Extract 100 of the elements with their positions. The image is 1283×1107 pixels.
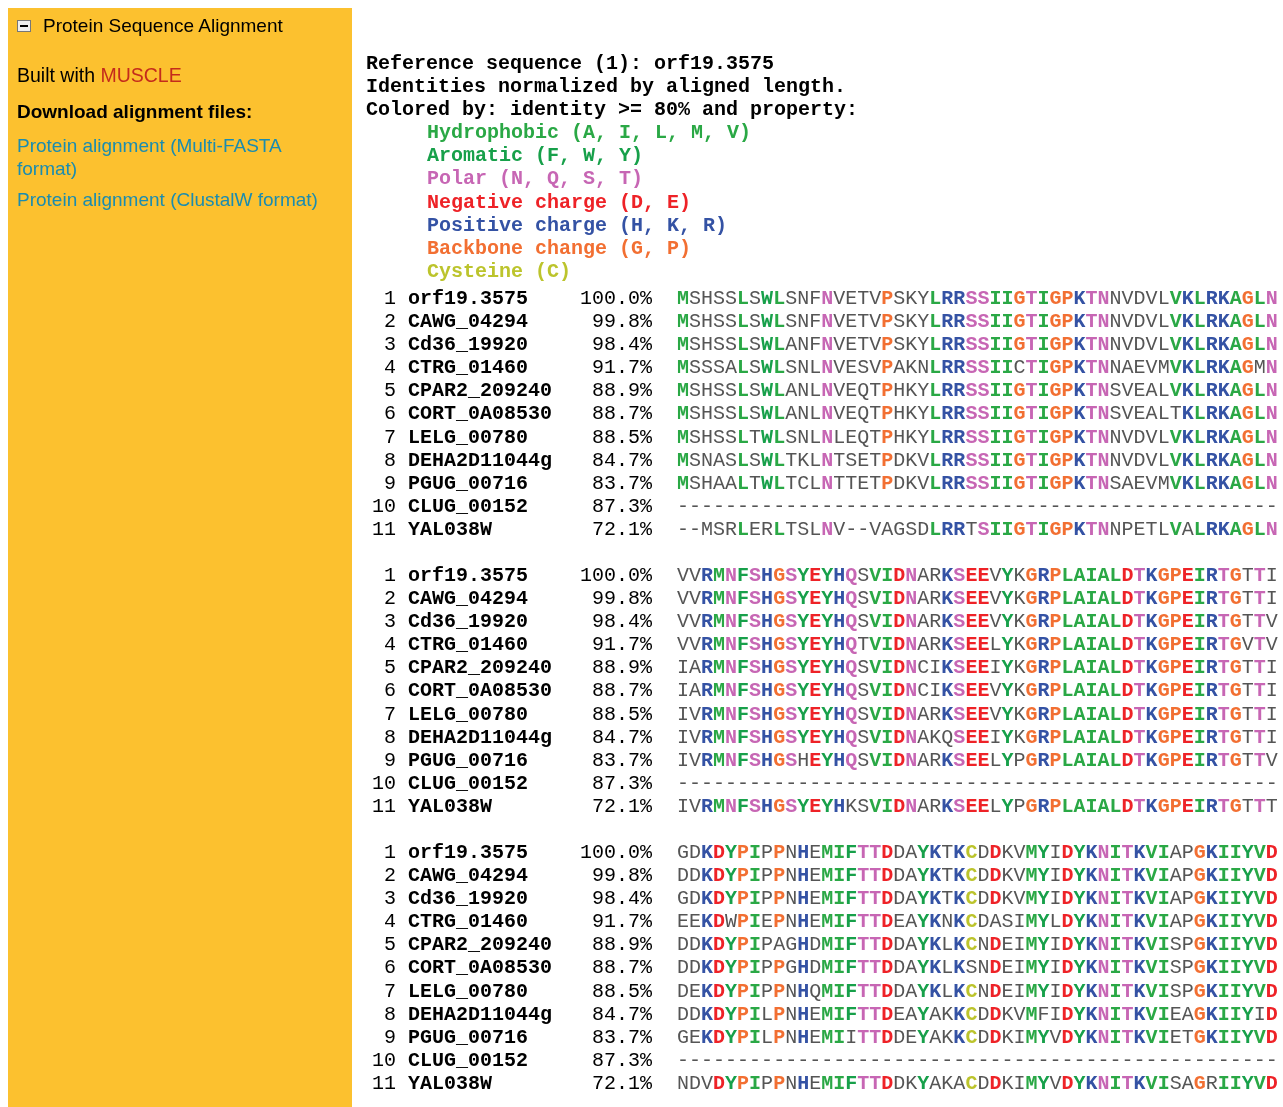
identity-value: 88.7% [592,402,652,426]
sequence: DDKDYPIPPGHDMIFTTDDAYKLKSNDEIMYIDYKNITKVISPGKIIYVD [677,956,1278,980]
identity-value: 91.7% [592,633,652,657]
row-number: 5 [384,656,396,680]
sequence: MSHAALTWLTCLNTTETPDKVLRRSSIIGTIGPKTNSAEVMVKLRKAGLN [677,471,1278,495]
row-number: 2 [384,310,396,334]
info-line: Identities normalized by aligned length. [366,75,847,99]
identity-value: 84.7% [592,1002,652,1026]
sequence-name: CLUG_00152 [408,494,529,518]
sequence: DDKDYPILPNHEMIFTTDEAYAKKCDDKVMFIDYKNITKVIEAGKIIYID [677,1002,1278,1026]
row-number: 4 [384,633,396,657]
download-link[interactable]: Protein alignment (Multi-FASTA format) [17,134,337,181]
download-link[interactable]: Protein alignment (ClustalW format) [17,188,337,212]
row-number: 8 [384,725,396,749]
row-number: 7 [384,425,396,449]
sequence: IVRMNFSHGSYEYHKSVIDNARKSEELYPGRPLAIALDTKGPEIRTGTTT [677,794,1278,818]
sequence-name: CTRG_01460 [408,633,529,657]
identity-value: 88.9% [592,656,652,680]
row-number: 6 [384,956,396,980]
identity-value: 87.3% [592,771,652,795]
identity-value: 84.7% [592,448,652,472]
identity-value: 83.7% [592,748,652,772]
sequence-name: LELG_00780 [408,979,529,1003]
identity-value: 87.3% [592,1048,652,1072]
sequence-name: PGUG_00716 [408,748,529,772]
row-number: 7 [384,702,396,726]
sequence: NDVDYPIPPNHEMIFTTDDKYAKACDDKIMYVDYKNITKVISAGRIIYVD [677,1071,1278,1095]
identity-value: 99.8% [592,310,652,334]
identity-value: 83.7% [592,1025,652,1049]
sequence: MSNASLSWLTKLNTSETPDKVLRRSSIIGTIGPKTNNVDVLVKLRKAGLN [677,448,1278,472]
identity-value: 87.3% [592,494,652,518]
row-number: 7 [384,979,396,1003]
sequence-name: DEHA2D11044g [408,448,553,472]
row-number: 9 [384,748,396,772]
identity-value: 91.7% [592,356,652,380]
identity-value: 88.5% [592,979,652,1003]
sequence-name: CPAR2_209240 [408,656,553,680]
sequence-name: CAWG_04294 [408,310,529,334]
row-number: 3 [384,333,396,357]
identity-value: 100.0% [580,286,652,311]
sequence: DEKDYPIPPNHQMIFTTDDAYKLKCNDEIMYIDYKNITKVISPGKIIYVD [677,979,1278,1003]
sequence: DDKDYPIPPNHEMIFTTDDAYKTKCDDKVMYIDYKNITKVIAPGKIIYVD [677,864,1278,888]
sequence: IARMNFSHGSYEYHQSVIDNCIKSEEVYKGRPLAIALDTKGPEIRTGTTI [677,679,1278,703]
row-number: 1 [384,286,396,311]
info-line: Reference sequence (1): orf19.3575 [366,52,775,76]
sequence-name: CLUG_00152 [408,1048,529,1072]
row-number: 8 [384,448,396,472]
row-number: 4 [384,910,396,934]
row-number: 9 [384,1025,396,1049]
sequence-name: orf19.3575 [408,563,529,587]
row-number: 2 [384,587,396,611]
legend-entry: Backbone change (G, P) [427,236,692,260]
sequence: GDKDYPIPPNHEMIFTTDDAYKTKCDDKVMYIDYKNITKVIAPGKIIYVD [677,887,1278,911]
row-number: 11 [372,517,396,541]
identity-value: 100.0% [580,563,652,588]
sequence: MSHSSLSWLSNFNVETVPSKYLRRSSIIGTIGPKTNNVDVLVKLRKAGLN [677,310,1278,334]
sequence-name: Cd36_19920 [408,887,529,911]
sequence-name: CAWG_04294 [408,864,529,888]
row-number: 5 [384,379,396,403]
sequence: IARMNFSHGSYEYHQSVIDNCIKSEEIYKGRPLAIALDTKGPEIRTGTTI [677,656,1278,680]
sequence-name: DEHA2D11044g [408,725,553,749]
sequence-name: CTRG_01460 [408,910,529,934]
identity-value: 88.5% [592,425,652,449]
legend-entry: Aromatic (F, W, Y) [427,144,644,168]
sequence-name: CPAR2_209240 [408,379,553,403]
sequence-name: PGUG_00716 [408,471,529,495]
identity-value: 99.8% [592,587,652,611]
info-line: Colored by: identity >= 80% and property: [366,98,859,122]
sequence: MSHSSLSWLSNFNVETVPSKYLRRSSIIGTIGPKTNNVDVLVKLRKAGLN [677,286,1278,310]
sequence-name: LELG_00780 [408,425,529,449]
identity-value: 100.0% [580,841,652,865]
built-with-text: Built with MUSCLE [17,62,183,88]
sequence: -------------------------------------------------- [677,771,1278,795]
sequence-name: YAL038W [408,794,492,818]
sequence: VVRMNFSHGSYEYHQTVIDNARKSEELYKGRPLAIALDTKGPEIRTGVTV [677,633,1278,657]
sequence: GDKDYPIPPNHEMIFTTDDAYKTKCDDKVMYIDYKNITKVIAPGKIIYVD [677,841,1278,864]
identity-value: 91.7% [592,910,652,934]
identity-value: 72.1% [592,794,652,818]
sequence-name: LELG_00780 [408,702,529,726]
row-number: 4 [384,356,396,380]
identity-value: 83.7% [592,471,652,495]
collapse-icon[interactable] [17,20,31,33]
row-number: 10 [372,1048,396,1072]
row-number: 3 [384,610,396,634]
row-number: 6 [384,402,396,426]
legend-entry: Polar (N, Q, S, T) [427,167,644,191]
identity-value: 72.1% [592,517,652,541]
identity-value: 99.8% [592,864,652,888]
row-number: 10 [372,771,396,795]
row-number: 6 [384,679,396,703]
sequence-name: YAL038W [408,517,492,541]
sequence: MSHSSLTWLSNLNLEQTPHKYLRRSSIIGTIGPKTNNVDVLVKLRKAGLN [677,425,1278,449]
identity-value: 98.4% [592,610,652,634]
identity-value: 84.7% [592,725,652,749]
sequence-name: CORT_0A08530 [408,402,553,426]
sequence-name: orf19.3575 [408,286,529,310]
sequence: VVRMNFSHGSYEYHQSVIDNARKSEEVYKGRPLAIALDTKGPEIRTGTTI [677,563,1278,587]
legend-entry: Negative charge (D, E) [427,190,692,214]
sequence: --MSRLERLTSLNV--VAGSDLRRTSIIGTIGPKTNNPETLVALRKAGLN [677,517,1278,541]
sequence-name: PGUG_00716 [408,1025,529,1049]
